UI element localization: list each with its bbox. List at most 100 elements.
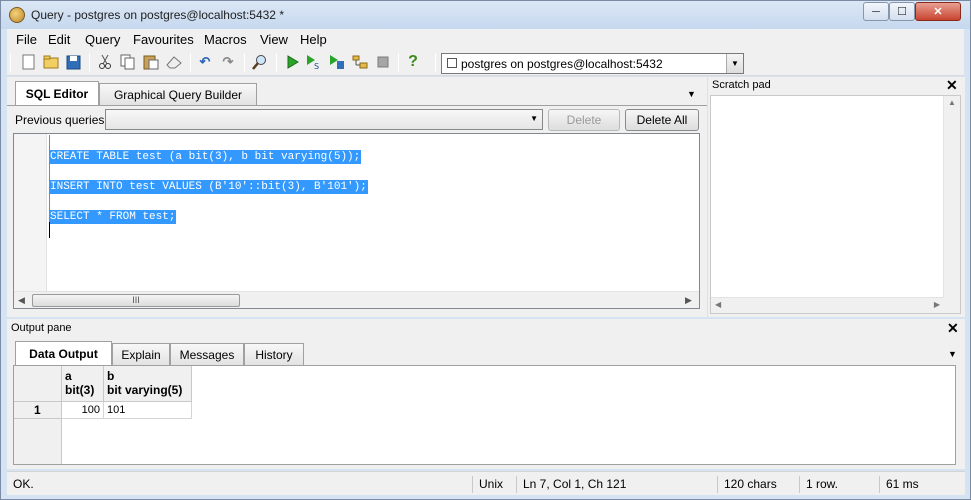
- tab-history[interactable]: History: [244, 343, 304, 365]
- toolbar-grip: [10, 53, 11, 72]
- execute-pgscript-icon[interactable]: S: [306, 54, 322, 70]
- sql-editor-panel: SQL Editor Graphical Query Builder ▼ Pre…: [7, 77, 707, 317]
- status-message: OK.: [13, 477, 34, 491]
- pgadmin-elephant-icon: [9, 7, 25, 23]
- scroll-thumb[interactable]: III: [32, 294, 240, 307]
- vertical-scrollbar[interactable]: ▲: [943, 96, 960, 313]
- previous-queries-label: Previous queries: [15, 113, 105, 127]
- column-name: a: [65, 369, 72, 383]
- open-file-icon[interactable]: [43, 54, 59, 70]
- row-number[interactable]: 1: [14, 402, 62, 419]
- menu-favourites[interactable]: Favourites: [133, 32, 194, 47]
- horizontal-scrollbar[interactable]: ◀ III ▶: [14, 291, 699, 308]
- connection-label: postgres on postgres@localhost:5432: [461, 57, 663, 71]
- status-cursor-position: Ln 7, Col 1, Ch 121: [516, 476, 716, 493]
- toolbar-separator: [435, 53, 436, 72]
- output-pane-title: Output pane: [11, 322, 72, 334]
- toolbar-separator: [398, 53, 399, 72]
- code-line: CREATE TABLE test (a bit(3), b bit varyi…: [49, 150, 362, 164]
- close-icon[interactable]: ✕: [947, 320, 959, 337]
- row-header-column: [14, 419, 62, 464]
- menu-query[interactable]: Query: [85, 32, 120, 47]
- table-cell[interactable]: 100: [62, 402, 104, 419]
- column-type: bit varying(5): [107, 383, 183, 397]
- tab-explain[interactable]: Explain: [112, 343, 170, 365]
- new-file-icon[interactable]: [21, 54, 37, 70]
- toolbar-separator: [190, 53, 191, 72]
- scroll-up-icon[interactable]: ▲: [948, 98, 956, 107]
- scroll-right-icon[interactable]: ▶: [685, 295, 692, 306]
- text-cursor: [49, 222, 50, 238]
- menu-edit[interactable]: Edit: [48, 32, 70, 47]
- delete-all-button[interactable]: Delete All: [625, 109, 699, 131]
- panel-menu-arrow-icon[interactable]: ▼: [687, 89, 696, 99]
- clear-eraser-icon[interactable]: [166, 54, 182, 70]
- grid-corner: [14, 366, 62, 402]
- app-window: Query - postgres on postgres@localhost:5…: [0, 0, 971, 500]
- maximize-button[interactable]: ☐: [889, 2, 915, 21]
- dropdown-arrow-icon[interactable]: ▼: [726, 54, 743, 73]
- connection-select[interactable]: postgres on postgres@localhost:5432 ▼: [441, 53, 744, 74]
- cancel-query-stop-icon[interactable]: [375, 54, 391, 70]
- connection-status-box: [447, 58, 457, 68]
- tab-sql-editor[interactable]: SQL Editor: [15, 81, 99, 105]
- menu-file[interactable]: File: [16, 32, 37, 47]
- undo-icon[interactable]: ↶: [197, 54, 213, 70]
- tab-graphical-query-builder[interactable]: Graphical Query Builder: [99, 83, 257, 105]
- panel-menu-arrow-icon[interactable]: ▼: [948, 349, 957, 359]
- menu-macros[interactable]: Macros: [204, 32, 247, 47]
- toolbar-separator: [244, 53, 245, 72]
- scratch-pad-panel: Scratch pad ✕ ▲ ◀ ▶: [708, 77, 965, 317]
- window-title: Query - postgres on postgres@localhost:5…: [31, 8, 284, 22]
- sql-code-editor[interactable]: CREATE TABLE test (a bit(3), b bit varyi…: [13, 133, 700, 309]
- data-output-grid: a bit(3) b bit varying(5) 1 100 101: [13, 365, 956, 465]
- column-header-a[interactable]: a bit(3): [62, 366, 104, 402]
- selection-highlight: [49, 135, 50, 222]
- tab-data-output[interactable]: Data Output: [15, 341, 112, 365]
- output-pane: Output pane ✕ Data Output Explain Messag…: [7, 319, 965, 469]
- scroll-left-icon[interactable]: ◀: [715, 300, 721, 309]
- column-type: bit(3): [65, 383, 95, 397]
- previous-queries-select[interactable]: ▼: [105, 109, 543, 130]
- chevron-down-icon: ▼: [530, 114, 538, 123]
- scratch-pad-title: Scratch pad: [712, 79, 771, 91]
- redo-icon[interactable]: ↷: [220, 54, 236, 70]
- status-line-ending: Unix: [472, 476, 516, 493]
- toolbar-separator: [89, 53, 90, 72]
- code-line: SELECT * FROM test;: [49, 210, 177, 224]
- save-icon[interactable]: [65, 54, 81, 70]
- execute-to-file-icon[interactable]: [329, 54, 345, 70]
- menu-help[interactable]: Help: [300, 32, 327, 47]
- status-bar: OK. Unix Ln 7, Col 1, Ch 121 120 chars 1…: [7, 471, 965, 495]
- paste-icon[interactable]: [143, 54, 159, 70]
- status-exec-time: 61 ms: [879, 476, 963, 493]
- explain-query-icon[interactable]: [352, 54, 368, 70]
- column-header-b[interactable]: b bit varying(5): [104, 366, 192, 402]
- status-char-count: 120 chars: [717, 476, 799, 493]
- scroll-left-icon[interactable]: ◀: [18, 295, 25, 306]
- help-question-icon[interactable]: ?: [405, 54, 421, 70]
- code-line: INSERT INTO test VALUES (B'10'::bit(3), …: [49, 180, 368, 194]
- delete-button[interactable]: Delete: [548, 109, 620, 131]
- scroll-right-icon[interactable]: ▶: [934, 300, 940, 309]
- execute-query-icon[interactable]: [284, 54, 300, 70]
- tab-messages[interactable]: Messages: [170, 343, 244, 365]
- cut-icon[interactable]: [97, 54, 113, 70]
- scratch-horizontal-scrollbar[interactable]: ◀ ▶: [711, 297, 944, 313]
- line-number-gutter: [14, 134, 47, 291]
- table-cell[interactable]: 101: [104, 402, 192, 419]
- tab-divider: [7, 105, 707, 106]
- title-bar: Query - postgres on postgres@localhost:5…: [1, 1, 970, 29]
- svg-text:S: S: [314, 62, 319, 70]
- scratch-pad-textarea[interactable]: ▲ ◀ ▶: [710, 95, 961, 314]
- status-row-count: 1 row.: [799, 476, 879, 493]
- copy-icon[interactable]: [120, 54, 136, 70]
- column-name: b: [107, 369, 115, 383]
- minimize-button[interactable]: ─: [863, 2, 889, 21]
- menu-bar: File Edit Query Favourites Macros View H…: [7, 29, 964, 49]
- toolbar-separator: [276, 53, 277, 72]
- close-icon[interactable]: ✕: [946, 77, 958, 94]
- close-window-button[interactable]: ✕: [915, 2, 961, 21]
- menu-view[interactable]: View: [260, 32, 288, 47]
- find-magnifier-icon[interactable]: [252, 54, 268, 70]
